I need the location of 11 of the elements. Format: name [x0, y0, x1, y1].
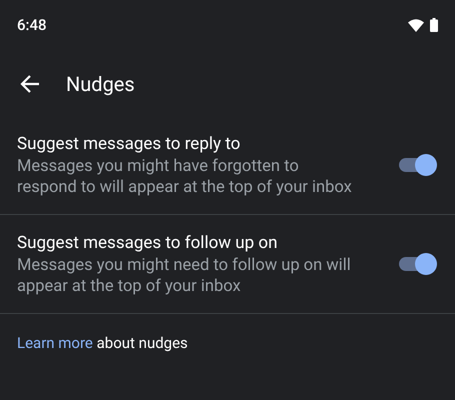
- battery-icon: [430, 18, 438, 32]
- learn-more-link[interactable]: Learn more: [17, 334, 93, 352]
- setting-title: Suggest messages to reply to: [17, 133, 242, 156]
- footer-text: Learn more about nudges: [17, 333, 189, 354]
- setting-summary: Messages you might have forgotten to respond to will appear at the top of your inbox: [17, 156, 353, 198]
- page-title: Nudges: [66, 71, 135, 98]
- setting-title: Suggest messages to follow up on: [17, 232, 278, 255]
- status-time: 6:48: [17, 14, 47, 36]
- wifi-icon: [408, 18, 424, 32]
- setting-summary: Messages you might need to follow up on will appear at the top of your inbox: [17, 255, 352, 297]
- back-arrow-icon[interactable]: [20, 75, 40, 93]
